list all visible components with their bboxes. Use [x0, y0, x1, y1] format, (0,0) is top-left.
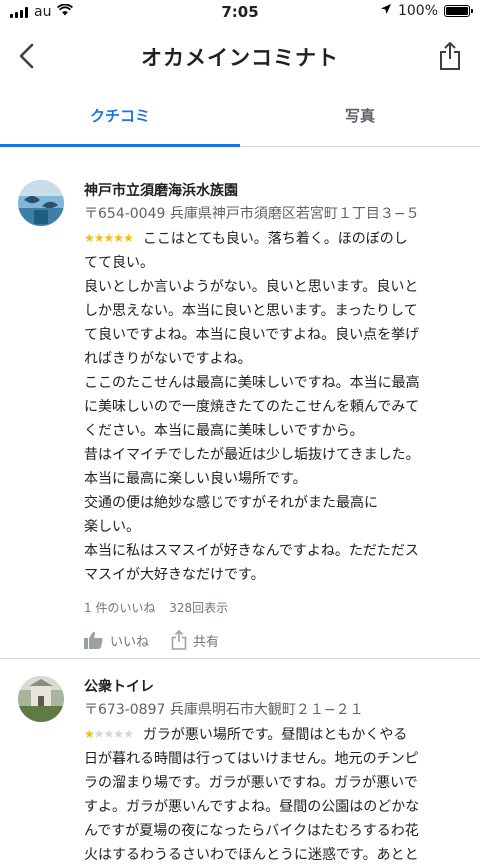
view-count: 328回表示: [169, 601, 229, 615]
star-filled-icon: ★: [113, 231, 124, 245]
star-rating: ★★★★★: [84, 722, 134, 746]
place-thumbnail[interactable]: [18, 180, 64, 226]
review-actions: いいね 共有: [84, 630, 460, 650]
review-address: 〒654-0049 兵庫県神戸市須磨区若宮町１丁目３−５: [84, 206, 420, 222]
review-line: 日が暮れる時間は行ってはいけません。地元のチンピ: [84, 751, 419, 767]
review-line: ここのたこせんは最高に美味しいですね。本当に最高: [84, 375, 420, 391]
chevron-left-icon: [19, 43, 34, 69]
review-divider: [0, 658, 480, 659]
battery-level: [446, 7, 468, 15]
star-filled-icon: ★: [93, 231, 105, 245]
star-filled-icon: ★: [84, 727, 95, 741]
star-empty-icon: ★: [123, 727, 134, 741]
review-line: ください。本当に最高に美味しいですから。: [84, 423, 364, 439]
like-label: いいね: [110, 634, 150, 650]
review-line: 楽しい。: [84, 519, 140, 535]
like-button[interactable]: いいね: [84, 631, 149, 650]
review-place-name[interactable]: 公衆トイレ: [84, 676, 460, 698]
review-line: 火はするわうるさいわでほんとうに迷惑です。あとと: [84, 847, 419, 863]
star-filled-icon: ★: [84, 231, 95, 245]
thumbs-up-icon: [84, 631, 103, 649]
review-line: 良いとしか言いようがない。良いと思います。良いと: [84, 279, 419, 295]
app-header: オカメインコミナト: [0, 26, 480, 86]
share-button[interactable]: [434, 38, 466, 74]
star-rating: ★★★★★: [84, 226, 134, 250]
tab-bar: クチコミ 写真: [0, 96, 480, 147]
review-line: 昔はイマイチでしたが最近は少し垢抜けてきました。: [84, 447, 420, 463]
review-text: ★★★★★ ガラが悪い場所です。昼間はともかくやる 日が暮れる時間は行ってはいけま…: [84, 722, 460, 867]
review-text: ★★★★★ ここはとても良い。落ち着く。ほのぼのし てて良い。 良いとしか言いよう…: [84, 226, 460, 587]
review-line: て良いですよね。本当に良いですよね。良い点を挙げ: [84, 327, 420, 343]
place-thumbnail[interactable]: [18, 676, 64, 722]
review-line: ここはとても良い。落ち着く。ほのぼのし: [142, 231, 408, 247]
review-line: しか思えない。本当に良いと思います。まったりして: [84, 303, 418, 319]
star-filled-icon: ★: [103, 231, 115, 245]
back-button[interactable]: [10, 40, 42, 72]
location-arrow-icon: [380, 3, 392, 19]
share-icon: [440, 42, 460, 70]
status-bar: au 7:05 100%: [0, 0, 480, 26]
battery-icon: [444, 5, 473, 17]
review-line: ればきりがないですよね。: [84, 351, 252, 367]
page-title: オカメインコミナト: [141, 46, 339, 70]
review-line: ラの溜まり場です。ガラが悪いですね。ガラが悪いで: [84, 775, 418, 791]
review-line: てて良い。: [84, 255, 154, 271]
review-line: 交通の便は絶妙な感じですがそれがまた最高に: [84, 495, 378, 511]
tab-photos[interactable]: 写真: [240, 96, 480, 142]
star-empty-icon: ★: [93, 727, 105, 741]
review-line: すよ。ガラが悪いんですよね。昼間の公園はのどかな: [84, 799, 420, 815]
review-line: マスイが大好きなだけです。: [84, 567, 265, 583]
review-line: んですが夏場の夜になったらバイクはたむろするわ花: [84, 823, 419, 839]
review-line: 本当に私はスマスイが好きなんですよね。ただただス: [84, 543, 419, 559]
star-empty-icon: ★: [103, 727, 115, 741]
review-place-name[interactable]: 神戸市立須磨海浜水族園: [84, 180, 460, 202]
share-review-button[interactable]: 共有: [171, 630, 219, 650]
tab-reviews[interactable]: クチコミ: [0, 96, 240, 142]
share-icon: [171, 630, 187, 650]
active-tab-indicator: [0, 144, 240, 147]
battery-percent: 100%: [397, 3, 438, 19]
like-count: 1 件のいいね: [84, 601, 156, 615]
review-stats: 1 件のいいね 328回表示: [84, 599, 460, 616]
review-line: 本当に最高に楽しい良い場所です。: [84, 471, 307, 487]
review-line: に美味しいので一度焼きたてのたこせんを頼んでみて: [84, 399, 420, 415]
star-filled-icon: ★: [123, 231, 134, 245]
star-empty-icon: ★: [113, 727, 124, 741]
review-address: 〒673-0897 兵庫県明石市大観町２１−２１: [84, 702, 364, 718]
share-label: 共有: [193, 634, 220, 650]
review-line: ガラが悪い場所です。昼間はともかくやる: [142, 727, 408, 743]
